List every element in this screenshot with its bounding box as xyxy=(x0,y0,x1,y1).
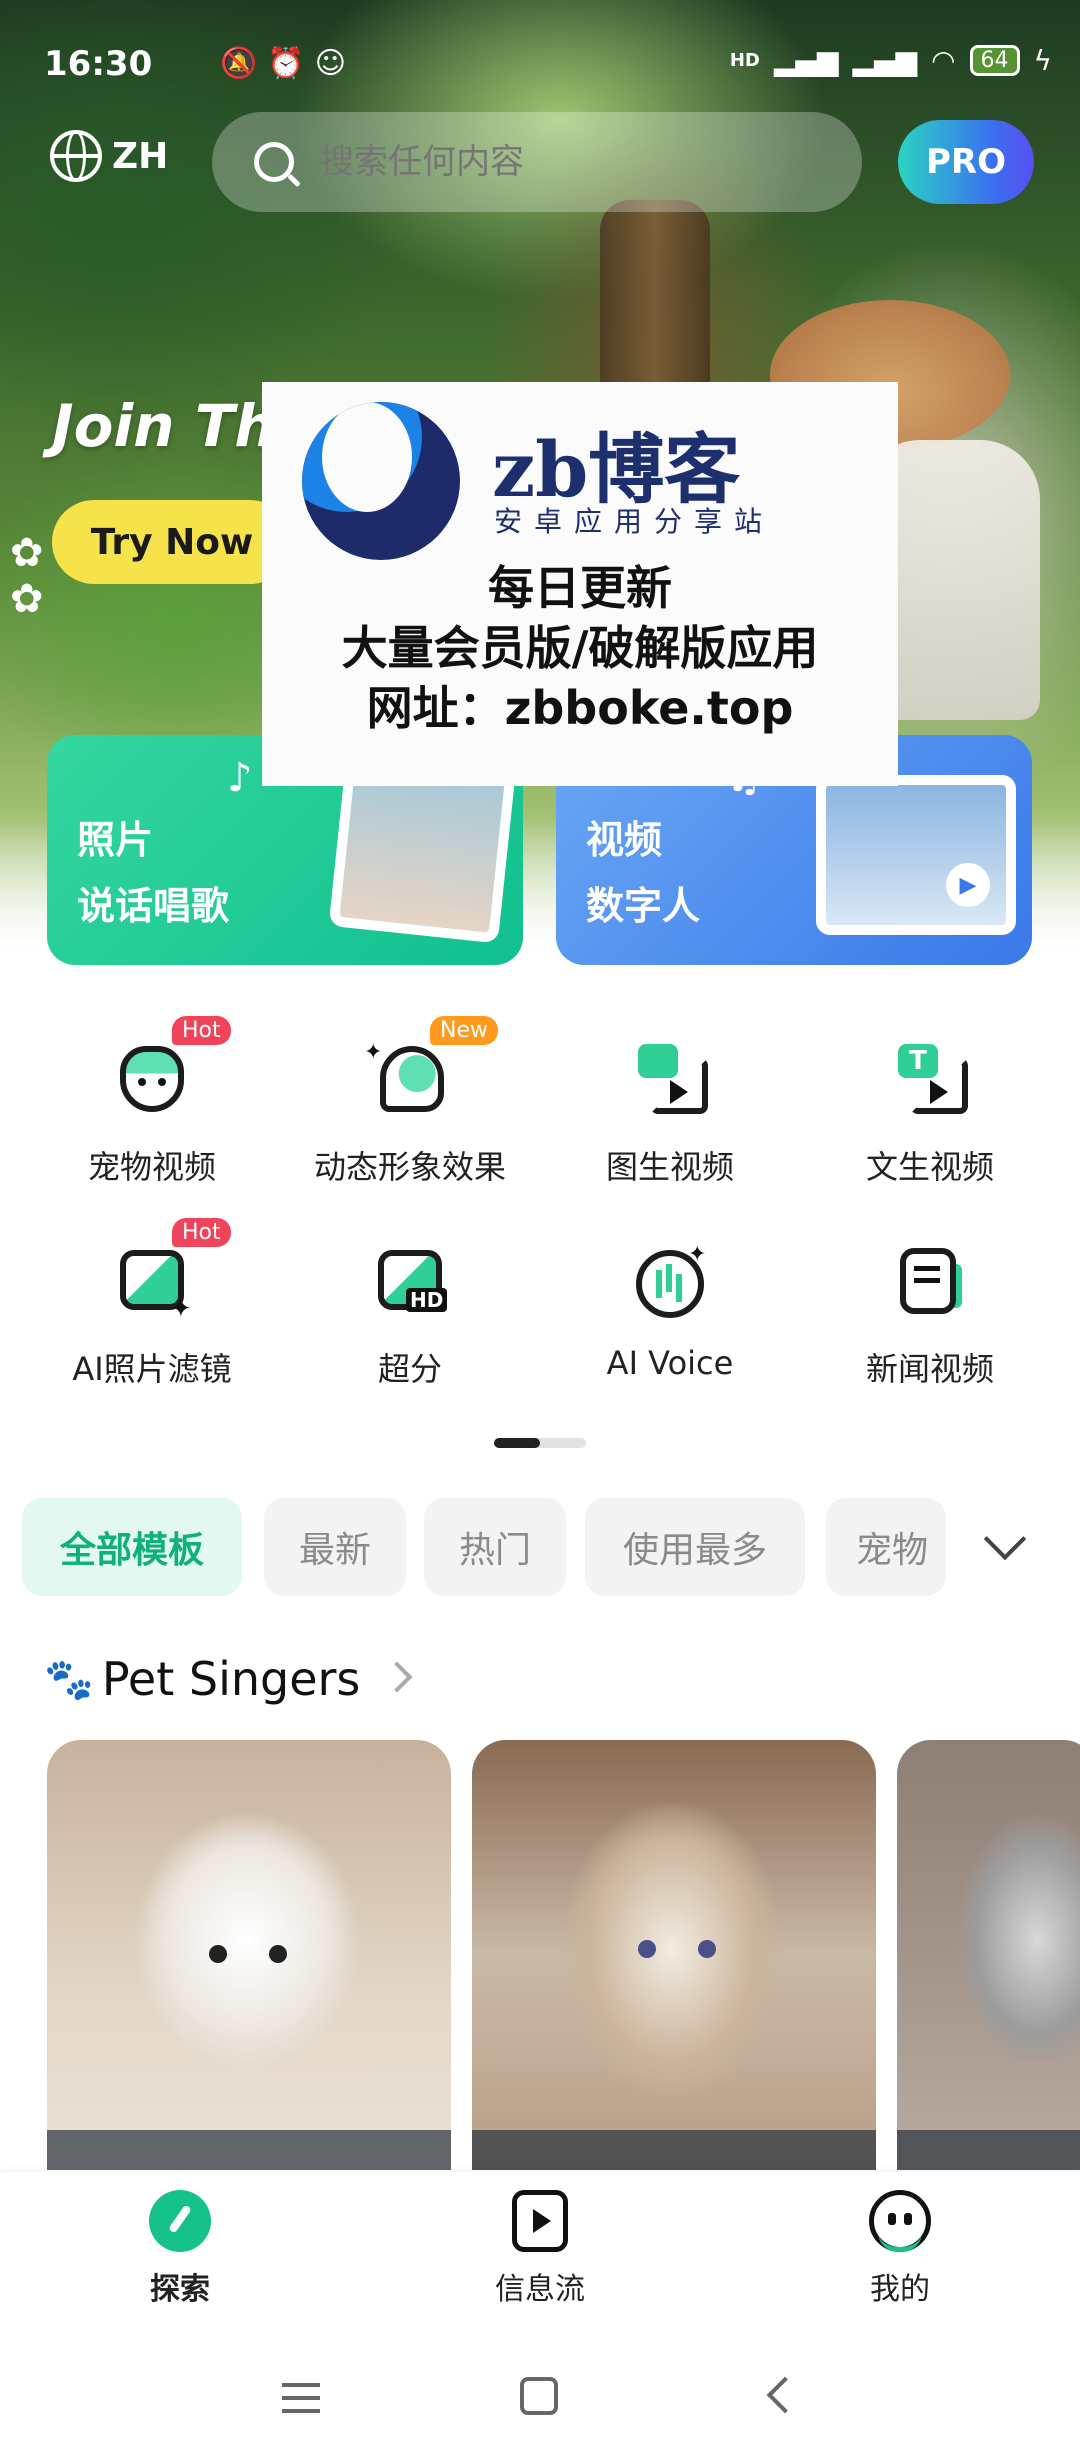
flower-decoration: ✿ ✿ xyxy=(10,530,44,622)
search-input[interactable] xyxy=(318,141,822,183)
promo-card-text: 视频 数字人 xyxy=(586,807,700,939)
pet-eye xyxy=(269,1945,287,1963)
try-now-button[interactable]: Try Now xyxy=(52,500,292,584)
tool-label: 图生视频 xyxy=(605,1148,734,1186)
pet-card-bar xyxy=(897,2130,1080,2170)
hot-badge: Hot xyxy=(172,1218,231,1247)
pet-eye xyxy=(209,1945,227,1963)
wifi-icon: ◠ xyxy=(931,44,956,77)
search-bar[interactable] xyxy=(212,112,862,212)
watermark-subtitle: 安卓应用分享站 xyxy=(494,505,775,538)
watermark-line3: 网址：zbboke.top xyxy=(366,681,794,735)
pet-card-bar xyxy=(47,2130,451,2170)
language-switcher[interactable]: ZH xyxy=(50,130,168,182)
tool-ai-photo-filter[interactable]: ✦ Hot AI照片滤镜 xyxy=(22,1218,282,1422)
tool-text-to-video[interactable]: T 文生视频 xyxy=(800,1040,1060,1220)
tool-dynamic-avatar[interactable]: ✦ New 动态形象效果 xyxy=(280,1016,540,1220)
voice-wave-icon: ✦ xyxy=(630,1242,710,1322)
head-sparkle-icon: ✦ New xyxy=(364,1016,498,1120)
nav-explore[interactable]: 探索 xyxy=(80,2190,280,2308)
chevron-down-icon[interactable] xyxy=(983,1517,1027,1561)
status-time: 16:30 xyxy=(44,44,153,84)
nav-me[interactable]: 我的 xyxy=(800,2190,1000,2308)
pro-button[interactable]: PRO xyxy=(898,120,1034,204)
chevron-right-icon[interactable] xyxy=(381,1661,413,1693)
page-indicator-active xyxy=(494,1438,540,1448)
pet-card-bar xyxy=(472,2130,876,2170)
recent-apps-icon[interactable] xyxy=(282,2383,320,2413)
image-to-video-icon xyxy=(630,1040,710,1120)
filter-all-templates[interactable]: 全部模板 xyxy=(22,1498,242,1596)
watermark-overlay: zb博客 安卓应用分享站 每日更新 大量会员版/破解版应用 网址：zbboke.… xyxy=(262,382,898,786)
pet-template-card[interactable] xyxy=(472,1740,876,2170)
home-icon[interactable] xyxy=(520,2377,558,2415)
hero-headline: Join Th xyxy=(52,392,276,460)
filter-pets[interactable]: 宠物 xyxy=(826,1498,946,1596)
promo-card-line1: 视频 xyxy=(586,818,663,862)
search-icon xyxy=(254,142,294,182)
nav-label: 我的 xyxy=(870,2272,930,2307)
promo-card-text: 照片 说话唱歌 xyxy=(77,807,229,939)
section-title-text: Pet Singers xyxy=(101,1652,361,1706)
promo-video-thumbnail xyxy=(816,775,1016,935)
promo-card-line1: 照片 xyxy=(77,818,154,862)
tool-label: AI照片滤镜 xyxy=(72,1350,232,1388)
text-to-video-icon: T xyxy=(890,1040,970,1120)
tool-label: 动态形象效果 xyxy=(313,1148,506,1186)
section-title[interactable]: 🐾 Pet Singers xyxy=(44,1652,360,1706)
globe-icon xyxy=(50,130,102,182)
language-label: ZH xyxy=(112,135,169,177)
new-badge: New xyxy=(430,1016,498,1045)
hd-icon: HD xyxy=(370,1242,450,1322)
watermark-line2: 大量会员版/破解版应用 xyxy=(341,621,819,675)
tool-pet-video[interactable]: Hot 宠物视频 xyxy=(22,1016,282,1220)
charging-icon: ϟ xyxy=(1033,44,1052,77)
pet-eye xyxy=(638,1940,656,1958)
paw-icon: 🐾 xyxy=(44,1656,94,1703)
tool-label: 宠物视频 xyxy=(87,1148,216,1186)
watermark-line1: 每日更新 xyxy=(488,561,672,615)
pet-eye xyxy=(698,1940,716,1958)
nav-label: 探索 xyxy=(150,2272,210,2307)
status-right-icons: HD ▂▄▆ ▂▄▆ ◠ 64 ϟ xyxy=(730,44,1052,77)
battery-icon: 64 xyxy=(969,45,1020,76)
play-box-icon xyxy=(512,2190,568,2252)
signal-icon: ▂▄▆ xyxy=(773,44,839,77)
tool-news-video[interactable]: 新闻视频 xyxy=(800,1242,1060,1422)
smiley-icon xyxy=(869,2190,931,2252)
tool-label: 文生视频 xyxy=(865,1148,994,1186)
watermark-logo xyxy=(302,402,460,560)
filter-latest[interactable]: 最新 xyxy=(264,1498,406,1596)
pet-template-card[interactable] xyxy=(897,1740,1080,2170)
compass-icon xyxy=(149,2190,211,2252)
tool-super-resolution[interactable]: HD 超分 xyxy=(280,1242,540,1422)
hot-badge: Hot xyxy=(172,1016,231,1045)
tool-label: 新闻视频 xyxy=(865,1350,994,1388)
nav-feed[interactable]: 信息流 xyxy=(440,2190,640,2308)
tool-label: 超分 xyxy=(377,1350,442,1388)
tool-image-to-video[interactable]: 图生视频 xyxy=(540,1040,800,1220)
news-icon xyxy=(890,1242,970,1322)
signal-icon-2: ▂▄▆ xyxy=(852,44,918,77)
filter-hot[interactable]: 热门 xyxy=(424,1498,566,1596)
pet-face-icon: Hot xyxy=(112,1016,231,1120)
tool-ai-voice[interactable]: ✦ AI Voice xyxy=(540,1242,800,1422)
promo-card-line2: 数字人 xyxy=(586,884,701,928)
play-icon: ▶ xyxy=(946,863,990,907)
nav-label: 信息流 xyxy=(495,2272,585,2307)
hd-signal-icon: HD xyxy=(729,50,760,71)
tool-label: AI Voice xyxy=(606,1344,734,1382)
promo-card-line2: 说话唱歌 xyxy=(77,884,230,928)
pet-template-card[interactable] xyxy=(47,1740,451,2170)
music-note-icon: ♪ xyxy=(227,755,253,801)
status-notification-icons: 🔕⏰☺ xyxy=(220,46,356,81)
filter-most-used[interactable]: 使用最多 xyxy=(585,1498,805,1596)
photo-filter-icon: ✦ Hot xyxy=(112,1218,231,1324)
